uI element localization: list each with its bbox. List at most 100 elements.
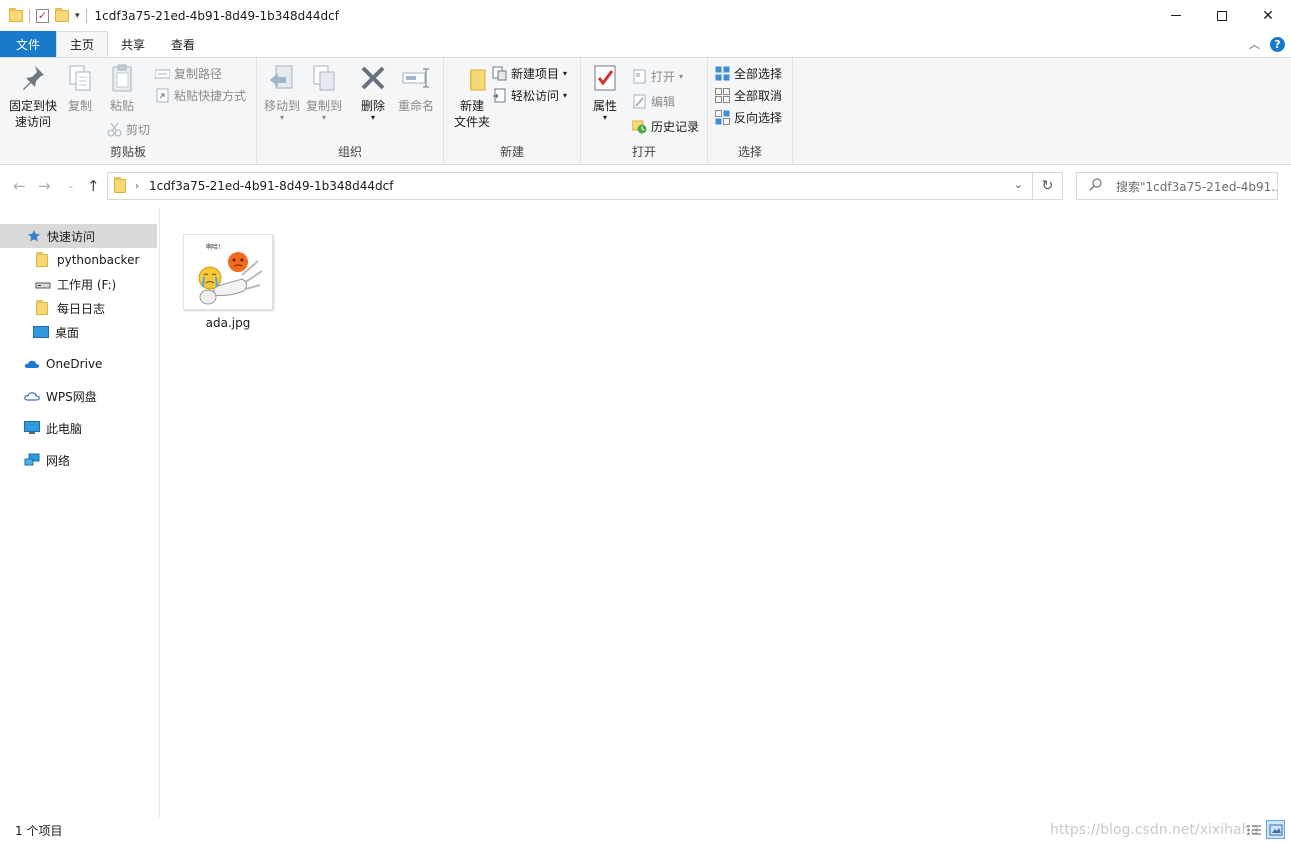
history-icon	[631, 119, 647, 134]
tab-share[interactable]: 共享	[108, 31, 158, 57]
easy-access-button[interactable]: 轻松访问 ▾	[492, 86, 567, 104]
title-bar: ✓ ▾ 1cdf3a75-21ed-4b91-8d49-1b348d44dcf …	[0, 0, 1291, 31]
nav-label-this-pc: 此电脑	[46, 421, 83, 436]
up-arrow-icon[interactable]: ↑	[87, 177, 100, 195]
group-label-organize: 组织	[337, 145, 362, 159]
easy-access-label: 轻松访问	[511, 88, 560, 103]
select-none-label: 全部取消	[734, 88, 783, 103]
properties-button[interactable]: 属性 ▾	[587, 62, 623, 122]
delete-dropdown-icon: ▾	[370, 113, 375, 122]
maximize-button[interactable]	[1199, 0, 1245, 31]
nav-item-wps-drive[interactable]: WPS网盘	[0, 384, 157, 408]
group-select: 全部选择 全部取消 反向选择 选择	[708, 58, 793, 164]
large-icons-view-button[interactable]	[1266, 820, 1285, 839]
open-button[interactable]: 打开 ▾	[632, 67, 683, 85]
nav-item-work-drive[interactable]: 工作用 (F:)	[0, 272, 157, 296]
new-item-button[interactable]: 新建项目 ▾	[492, 64, 567, 82]
nav-item-this-pc[interactable]: 此电脑	[0, 416, 157, 440]
search-placeholder: 搜索"1cdf3a75-21ed-4b91...	[1116, 179, 1278, 194]
back-arrow-icon[interactable]: ←	[13, 177, 26, 195]
view-switcher	[1244, 820, 1285, 839]
nav-item-daily-log[interactable]: 每日日志	[0, 296, 157, 320]
copy-to-label: 复制到	[305, 99, 342, 113]
recent-locations-chevron-icon[interactable]: ⌄	[67, 181, 75, 191]
move-to-button[interactable]: 移动到 ▾	[261, 62, 303, 122]
details-view-button[interactable]	[1244, 820, 1263, 839]
pin-to-quick-access-button[interactable]: 固定到快 速访问	[8, 62, 58, 130]
cloud-icon	[24, 357, 40, 371]
group-open: 属性 ▾ 打开 ▾ 编辑 历史记录 打开	[581, 58, 708, 164]
navigation-pane: 快速访问 pythonbacker 工作用 (F:) 每日日志 桌面 OneDr…	[0, 207, 160, 818]
close-button[interactable]: ✕	[1245, 0, 1291, 31]
new-folder-button[interactable]: 新建 文件夹	[448, 62, 496, 130]
search-input[interactable]: 搜索"1cdf3a75-21ed-4b91...	[1076, 172, 1278, 200]
status-bar: 1 个项目 https://blog.csdn.net/xixihaha	[0, 818, 1291, 843]
new-folder-label-2: 文件夹	[453, 115, 490, 129]
address-dropdown-icon[interactable]: ⌄	[1014, 178, 1023, 191]
file-name: ada.jpg	[205, 316, 251, 330]
select-all-button[interactable]: 全部选择	[715, 64, 782, 82]
paste-button[interactable]: 粘贴	[104, 62, 140, 114]
wps-cloud-icon	[24, 389, 40, 403]
move-to-dropdown-icon: ▾	[279, 113, 284, 122]
cut-button[interactable]: 剪切	[107, 120, 150, 138]
properties-check-icon[interactable]: ✓	[36, 8, 49, 23]
invert-selection-button[interactable]: 反向选择	[715, 108, 782, 126]
window-controls: ✕	[1153, 0, 1291, 31]
file-item[interactable]: 啊哈！ ada.jpg	[180, 234, 276, 330]
nav-item-pythonbacker[interactable]: pythonbacker	[0, 248, 157, 272]
copy-to-icon	[308, 62, 340, 94]
copy-path-icon	[154, 66, 171, 81]
image-thumbnail: 啊哈！	[183, 234, 273, 310]
desktop-icon	[33, 325, 49, 339]
cut-label: 剪切	[126, 122, 151, 137]
collapse-ribbon-icon[interactable]: ︿	[1249, 36, 1260, 52]
group-label-select: 选择	[737, 145, 762, 159]
move-to-icon	[266, 62, 298, 94]
select-none-icon	[715, 87, 730, 103]
nav-item-quick-access[interactable]: 快速访问	[0, 224, 157, 248]
nav-label-wps: WPS网盘	[46, 389, 97, 404]
tab-file[interactable]: 文件	[0, 31, 57, 57]
group-label-new: 新建	[499, 145, 524, 159]
nav-item-onedrive[interactable]: OneDrive	[0, 352, 157, 376]
item-count: 1 个项目	[15, 824, 63, 838]
minimize-icon	[1171, 15, 1181, 16]
copy-to-button[interactable]: 复制到 ▾	[303, 62, 345, 122]
tab-home[interactable]: 主页	[56, 31, 109, 57]
new-item-icon	[492, 66, 507, 81]
new-folder-label-1: 新建	[459, 99, 484, 113]
minimize-button[interactable]	[1153, 0, 1199, 31]
nav-item-desktop[interactable]: 桌面	[0, 320, 157, 344]
history-button[interactable]: 历史记录	[631, 117, 699, 135]
new-item-label: 新建项目	[511, 66, 560, 81]
customize-dropdown-icon[interactable]: ▾	[75, 11, 80, 21]
help-icon[interactable]: ?	[1270, 36, 1285, 52]
copy-path-button[interactable]: 复制路径	[154, 64, 223, 82]
address-bar[interactable]: › 1cdf3a75-21ed-4b91-8d49-1b348d44dcf ⌄	[107, 172, 1033, 200]
network-icon	[24, 453, 40, 467]
open-icon	[632, 69, 647, 84]
select-none-button[interactable]: 全部取消	[715, 86, 782, 104]
copy-path-label: 复制路径	[174, 66, 223, 81]
paste-shortcut-button[interactable]: 粘贴快捷方式	[155, 86, 246, 104]
refresh-button[interactable]: ↻	[1033, 172, 1063, 200]
nav-label: 桌面	[55, 325, 80, 340]
nav-item-network[interactable]: 网络	[0, 448, 157, 472]
delete-x-icon	[357, 62, 389, 94]
folder-icon	[35, 300, 51, 315]
tab-view[interactable]: 查看	[158, 31, 208, 57]
delete-button[interactable]: 删除 ▾	[355, 62, 391, 122]
rename-button[interactable]: 重命名	[395, 62, 437, 114]
select-all-label: 全部选择	[734, 66, 783, 81]
group-label-open: 打开	[631, 145, 656, 159]
maximize-icon	[1217, 10, 1227, 21]
breadcrumb-path[interactable]: 1cdf3a75-21ed-4b91-8d49-1b348d44dcf	[149, 179, 393, 193]
edit-button[interactable]: 编辑	[632, 92, 675, 110]
forward-arrow-icon[interactable]: →	[38, 177, 51, 195]
breadcrumb-chevron-icon[interactable]: ›	[135, 181, 139, 192]
copy-button[interactable]: 复制	[62, 62, 98, 114]
nav-label: 工作用 (F:)	[57, 277, 117, 292]
scissors-icon	[107, 122, 122, 137]
new-folder-icon[interactable]	[55, 7, 69, 22]
